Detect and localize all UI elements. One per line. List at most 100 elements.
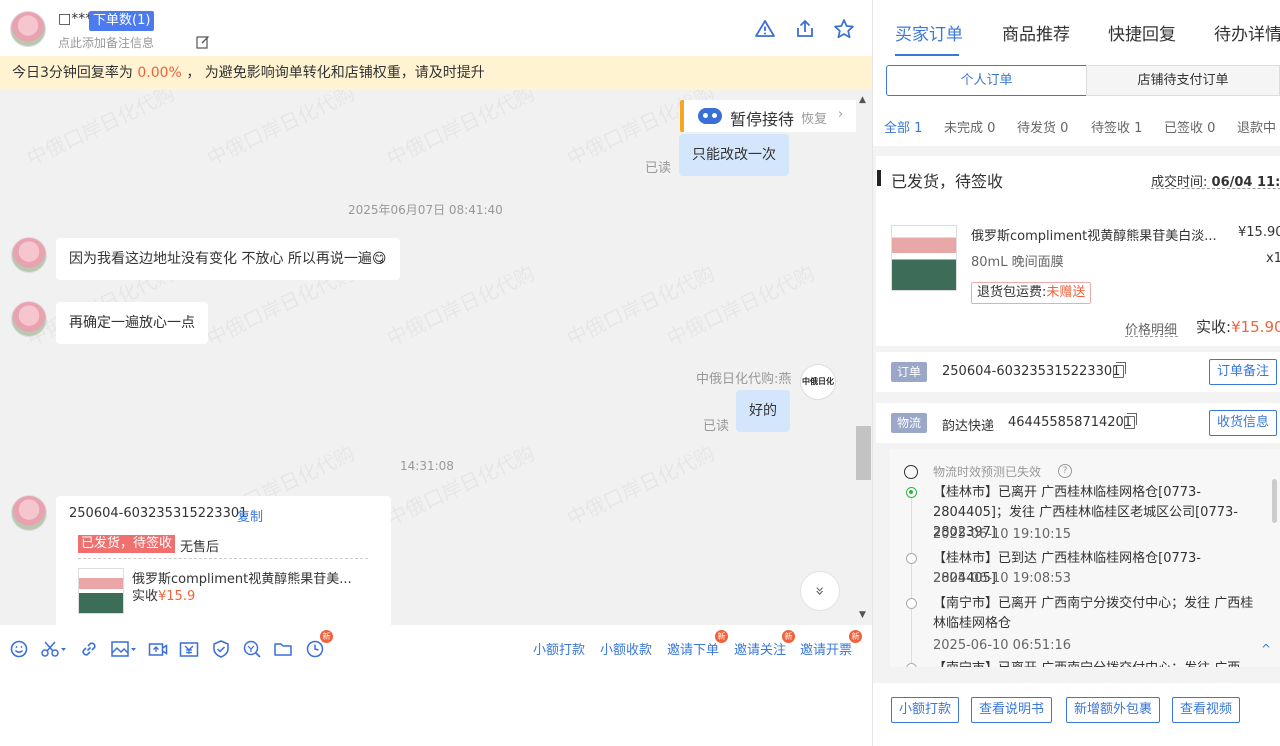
order-number: 250604-603235315223301 — [69, 506, 248, 521]
watermark: 中俄口岸日化代购 — [661, 258, 818, 352]
warning-icon[interactable] — [754, 18, 776, 40]
copy-icon[interactable] — [1113, 362, 1126, 378]
customer-avatar[interactable] — [10, 11, 46, 47]
after-sale-status: 无售后 — [180, 540, 220, 555]
image-icon[interactable] — [110, 639, 138, 659]
read-receipt: 已读 — [645, 161, 672, 176]
invite-invoice-link[interactable]: 邀请开票 — [800, 639, 852, 658]
add-extra-package-button[interactable]: 新增额外包裹 — [1066, 697, 1161, 723]
logistics-row: 物流 韵达快递 464455858714201 收货信息 — [876, 403, 1280, 443]
order-note-button[interactable]: 订单备注 — [1209, 359, 1278, 385]
filter-received[interactable]: 已签收 0 — [1164, 117, 1215, 136]
view-manual-button[interactable]: 查看说明书 — [971, 697, 1053, 723]
order-card[interactable]: 已发货，待签收 成交时间: 06/04 11:35 俄罗斯compliment视… — [876, 156, 1280, 346]
logistics-timeline[interactable]: 物流时效预测已失效 ? 【桂林市】已离开 广西桂林临桂网格仓[0773-2804… — [890, 449, 1280, 667]
seller-avatar[interactable]: 中俄日化 — [800, 364, 836, 400]
message-input[interactable] — [0, 673, 872, 746]
customer-avatar[interactable] — [11, 301, 47, 337]
timeline-event: 【南宁市】已离开 广西南宁分拨交付中心；发往 广西 — [933, 659, 1263, 667]
screenshot-scissors-icon[interactable] — [40, 639, 68, 659]
tab-todo-details[interactable]: 待办详情 — [1214, 20, 1280, 45]
filter-refunding[interactable]: 退款中 — [1237, 117, 1276, 136]
paid-value: ¥15.90 — [1231, 318, 1280, 336]
logistics-chip: 物流 — [891, 413, 928, 433]
timeline-event: 【南宁市】已离开 广西南宁分拨交付中心；发往 广西桂林临桂网格仓 — [933, 596, 1254, 631]
product-title[interactable]: 俄罗斯compliment视黄醇熊果苷美白淡... — [971, 225, 1217, 244]
shipping-info-button[interactable]: 收货信息 — [1209, 410, 1278, 436]
status-marker — [877, 170, 881, 186]
message-bubble-outgoing[interactable]: 好的 — [736, 390, 790, 432]
coupon-icon[interactable] — [179, 639, 199, 659]
customer-name: □*** — [58, 11, 93, 27]
paid-label: 实收: — [1196, 318, 1232, 336]
product-spec: 80mL 晚间面膜 — [971, 255, 1064, 270]
folder-icon[interactable] — [273, 639, 293, 659]
invite-order-link[interactable]: 邀请下单 — [667, 639, 719, 658]
share-icon[interactable] — [794, 18, 816, 40]
message-bubble-incoming[interactable]: 再确定一遍放心一点 — [56, 302, 208, 344]
small-receive-link[interactable]: 小额收款 — [600, 639, 652, 658]
segment-personal-orders[interactable]: 个人订单 — [886, 65, 1087, 96]
scroll-down-arrow-icon[interactable]: ▼ — [859, 610, 866, 620]
alert-rate: 0.00% — [137, 65, 182, 81]
clock-icon[interactable] — [305, 639, 325, 659]
chat-scrollbar[interactable] — [858, 90, 872, 625]
scroll-up-arrow-icon[interactable]: ▲ — [859, 95, 866, 105]
double-chevron-down-icon: » — [810, 586, 830, 596]
small-payment-button[interactable]: 小额打款 — [891, 697, 960, 723]
search-product-icon[interactable] — [242, 639, 262, 659]
help-icon[interactable]: ? — [1058, 464, 1072, 478]
filter-to-receive[interactable]: 待签收 1 — [1091, 117, 1142, 136]
carrier-name: 韵达快递 — [942, 419, 995, 434]
tab-product-recommend[interactable]: 商品推荐 — [1002, 20, 1070, 45]
star-icon[interactable] — [833, 18, 855, 40]
edit-note-icon[interactable] — [196, 35, 210, 49]
filter-unfinished[interactable]: 未完成 0 — [944, 117, 995, 136]
segment-shop-pending-orders[interactable]: 店铺待支付订单 — [1086, 65, 1280, 96]
order-count-badge[interactable]: 下单数(1) — [89, 11, 155, 31]
view-video-button[interactable]: 查看视频 — [1172, 697, 1241, 723]
scroll-to-bottom-button[interactable]: » — [800, 571, 840, 611]
logistics-header: 物流时效预测已失效 — [933, 465, 1042, 479]
message-bubble-outgoing[interactable]: 只能改改一次 — [679, 134, 789, 176]
divider — [1151, 188, 1280, 189]
tab-buyer-orders[interactable]: 买家订单 — [895, 20, 963, 45]
resume-button[interactable]: 恢复 — [801, 108, 827, 127]
video-icon[interactable] — [148, 639, 168, 659]
timeline-line — [911, 489, 912, 667]
customer-avatar[interactable] — [11, 495, 47, 531]
pause-reception-bar: 暂停接待 恢复 › — [680, 100, 856, 132]
filter-to-ship[interactable]: 待发货 0 — [1017, 117, 1068, 136]
collapse-up-icon[interactable]: ^ — [1261, 642, 1271, 656]
tab-quick-reply[interactable]: 快捷回复 — [1108, 20, 1176, 45]
shield-check-icon[interactable] — [211, 639, 231, 659]
customer-avatar[interactable] — [11, 237, 47, 273]
return-label: 退货包运费: — [977, 285, 1047, 300]
order-list: 已发货，待签收 成交时间: 06/04 11:35 俄罗斯compliment视… — [873, 146, 1280, 746]
link-icon[interactable] — [79, 639, 99, 659]
product-quantity: x1 — [1266, 251, 1280, 266]
copy-icon[interactable] — [1124, 413, 1137, 429]
filter-all[interactable]: 全部 1 — [884, 117, 922, 136]
message-bubble-incoming[interactable]: 因为我看这边地址没有变化 不放心 所以再说一遍😋 — [56, 238, 400, 280]
copy-order-link[interactable]: 复制 — [237, 506, 263, 525]
add-note-link[interactable]: 点此添加备注信息 — [58, 34, 154, 51]
chat-panel: □*** 下单数(1) 点此添加备注信息 今日3分钟回复率为 0.00% ， 为… — [0, 0, 872, 746]
product-thumbnail[interactable] — [78, 568, 124, 614]
small-payment-link[interactable]: 小额打款 — [533, 639, 585, 658]
timeline-scrollbar[interactable] — [1272, 479, 1277, 523]
chevron-right-icon[interactable]: › — [838, 107, 843, 122]
alert-suffix: ， 为避免影响询单转化和店铺权重，请及时提升 — [186, 65, 485, 81]
order-status-badge: 已发货，待签收 — [78, 535, 176, 553]
chat-scrollbar-thumb[interactable] — [856, 426, 871, 480]
alert-prefix: 今日3分钟回复率为 — [12, 65, 133, 81]
chat-timestamp: 14:31:08 — [400, 459, 454, 473]
product-thumbnail[interactable] — [891, 225, 957, 291]
invite-follow-link[interactable]: 邀请关注 — [734, 639, 786, 658]
chat-timestamp: 2025年06月07日 08:41:40 — [348, 203, 503, 217]
emoji-icon[interactable] — [9, 639, 29, 659]
timeline-time: 2025-06-10 06:51:16 — [933, 638, 1072, 653]
watermark: 中俄口岸日化代购 — [561, 438, 718, 532]
timeline-time: 2025-06-10 19:10:15 — [933, 527, 1072, 542]
order-card-message[interactable]: 250604-603235315223301 复制 已发货，待签收 无售后 俄罗… — [56, 496, 391, 636]
